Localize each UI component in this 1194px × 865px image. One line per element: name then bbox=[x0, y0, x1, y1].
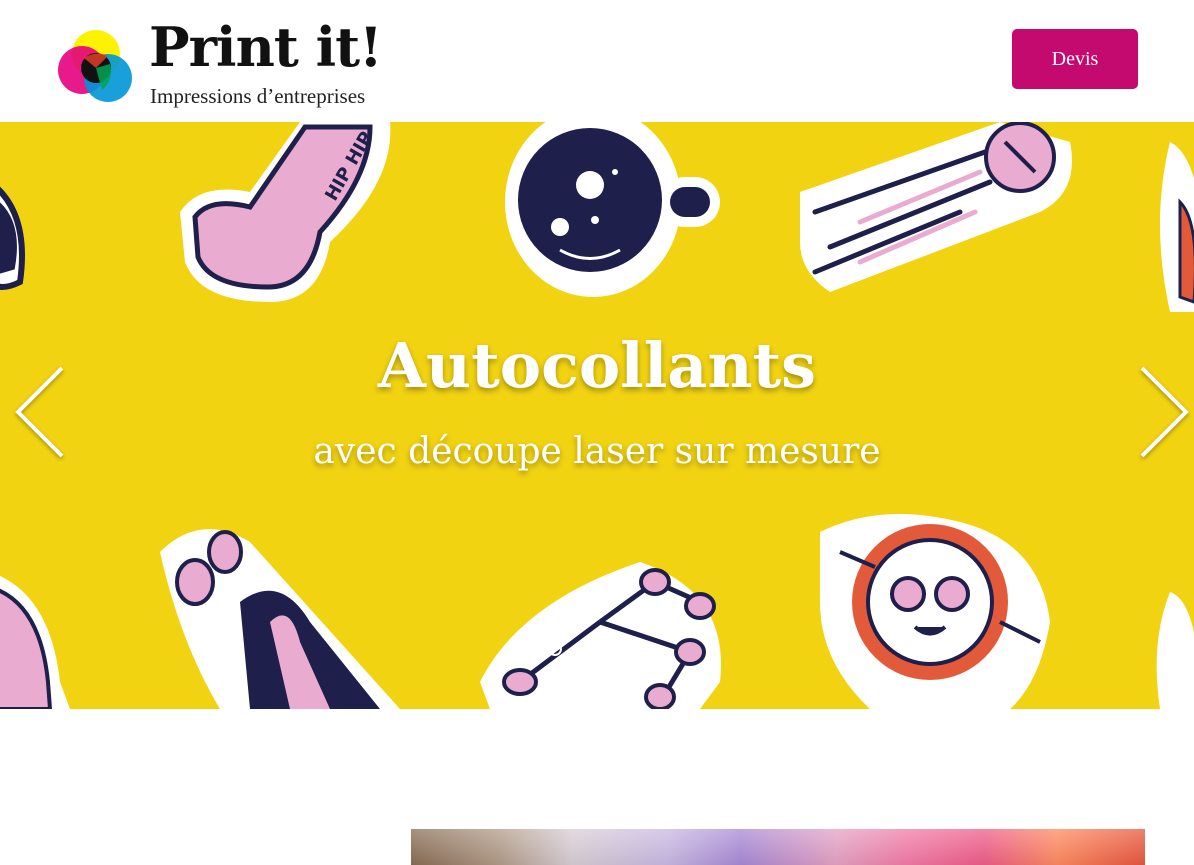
carousel-dot[interactable] bbox=[578, 642, 592, 656]
site-header: Print it! Impressions d’entreprises Devi… bbox=[0, 0, 1194, 122]
sticker-thumb: HIP HIP bbox=[180, 122, 391, 302]
color-circles-icon bbox=[58, 30, 132, 102]
carousel-dot-active[interactable] bbox=[637, 641, 653, 657]
sticker-sun bbox=[820, 514, 1050, 709]
sticker-illustrations: HIP HIP bbox=[0, 122, 1194, 709]
hero-title: Autocollants bbox=[377, 329, 817, 402]
sticker-right-top bbox=[1160, 142, 1194, 312]
logo-title: Print it! bbox=[149, 15, 383, 79]
carousel-next-button[interactable] bbox=[1134, 362, 1194, 462]
sticker-left-top bbox=[0, 186, 25, 290]
sticker-cup bbox=[505, 122, 720, 297]
sticker-right-bottom bbox=[1156, 592, 1194, 709]
carousel-prev-button[interactable] bbox=[12, 362, 72, 462]
paper-samples-image bbox=[411, 829, 1145, 865]
sticker-beans-tube bbox=[160, 529, 400, 709]
chevron-right-icon bbox=[1140, 366, 1189, 458]
hero-carousel: HIP HIP Autocollants avec découpe laser … bbox=[0, 122, 1194, 709]
carousel-dot[interactable] bbox=[608, 642, 622, 656]
sticker-molecule bbox=[480, 562, 721, 709]
chevron-left-icon bbox=[15, 366, 64, 458]
sticker-left-bottom bbox=[0, 576, 70, 709]
logo-subtitle: Impressions d’entreprises bbox=[150, 84, 366, 108]
hero-subtitle: avec découpe laser sur mesure bbox=[313, 431, 881, 472]
logo[interactable]: Print it! Impressions d’entreprises bbox=[56, 20, 396, 108]
quote-button[interactable]: Devis bbox=[1012, 29, 1138, 89]
carousel-dot[interactable] bbox=[548, 642, 562, 656]
sticker-comet bbox=[800, 122, 1072, 292]
